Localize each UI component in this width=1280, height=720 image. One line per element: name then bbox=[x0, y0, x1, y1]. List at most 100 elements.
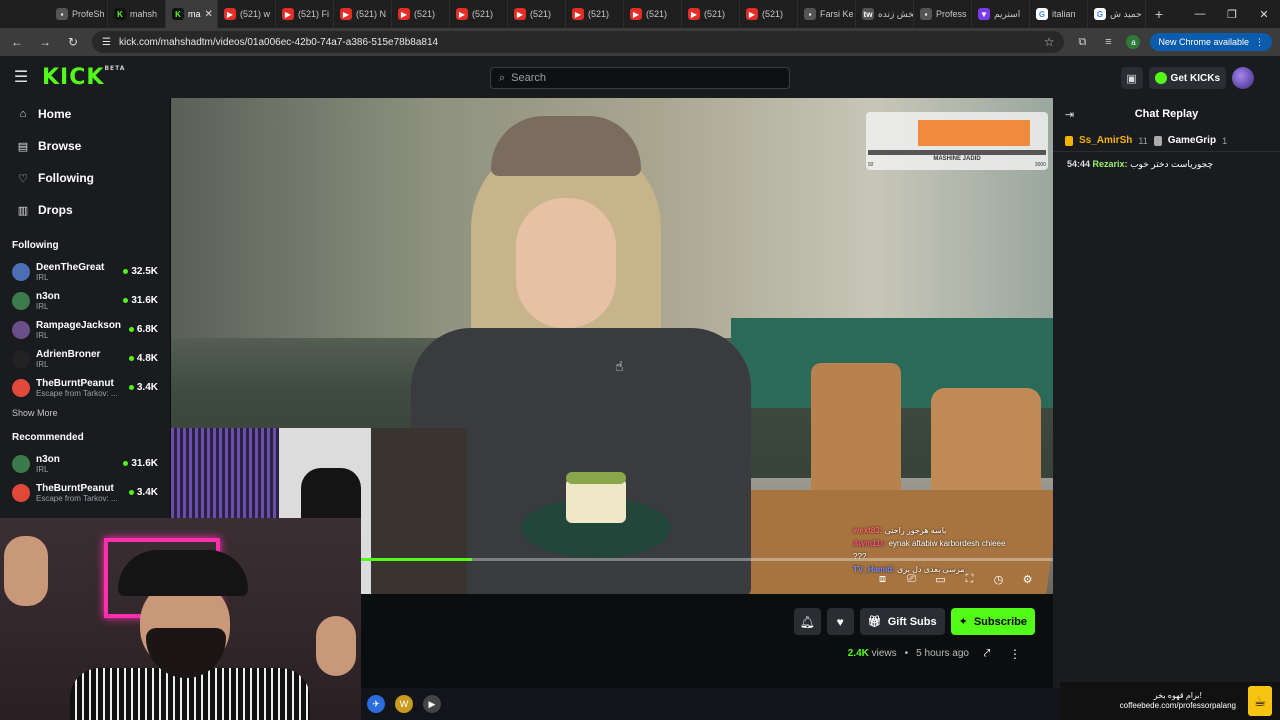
gift-subs-button[interactable]: 🎁︎ Gift Subs bbox=[859, 608, 945, 635]
live-dot-icon bbox=[128, 385, 134, 390]
notification-bell-icon[interactable]: 🔔︎ bbox=[793, 608, 821, 635]
reading-list-icon[interactable]: ≡ bbox=[1100, 36, 1116, 48]
new-tab-button[interactable]: + bbox=[1146, 6, 1172, 22]
channel-name: DeenTheGreat bbox=[36, 261, 105, 273]
youtube-icon: ▶ bbox=[224, 8, 236, 20]
playback-speed-icon[interactable]: ◷ bbox=[991, 572, 1006, 587]
browser-tab[interactable]: ▶ (521) Fi bbox=[276, 0, 334, 28]
sidebar-item-home[interactable]: ⌂ Home bbox=[0, 98, 170, 130]
close-tab-icon[interactable]: ✕ bbox=[205, 9, 213, 20]
follow-heart-icon[interactable]: ♥ bbox=[826, 608, 854, 635]
home-icon: ⌂ bbox=[19, 108, 27, 120]
viewer-count-text: 4.8K bbox=[136, 353, 158, 364]
leaderboard-user[interactable]: Ss_AmirSh bbox=[1079, 135, 1132, 146]
browser-tab[interactable]: ▶ (521) bbox=[450, 0, 508, 28]
youtube-icon: ▶ bbox=[688, 8, 700, 20]
forward-icon[interactable]: → bbox=[36, 35, 54, 49]
channel-row[interactable]: DeenTheGreat IRL 32.5K bbox=[0, 257, 170, 286]
sidebar-item-drops[interactable]: ▥ Drops bbox=[0, 194, 170, 226]
channel-row[interactable]: n3on IRL 31.6K bbox=[0, 286, 170, 315]
window-controls: — ❐ ✕ bbox=[1184, 8, 1280, 21]
tab-title: (521) bbox=[762, 9, 784, 19]
clip-icon[interactable]: ⎚ bbox=[904, 572, 919, 587]
restore-icon[interactable]: ❐ bbox=[1216, 8, 1248, 21]
left-sidebar: ⌂ Home ▤ Browse ♡ Following ▥ Drops Following D… bbox=[0, 98, 170, 518]
video-progress-bar[interactable] bbox=[361, 558, 1053, 561]
kick-logo[interactable]: KICKBETA bbox=[42, 65, 125, 90]
channel-row[interactable]: TheBurntPeanut Escape from Tarkov: ... 3.4… bbox=[0, 478, 170, 507]
channel-avatar bbox=[12, 349, 30, 368]
reload-icon[interactable]: ↻ bbox=[64, 35, 82, 49]
browser-tab[interactable]: Kma ✕ bbox=[166, 0, 218, 28]
sidebar-item-following[interactable]: ♡ Following bbox=[0, 162, 170, 194]
logo-text: KICK bbox=[42, 64, 105, 90]
collapse-chat-icon[interactable]: ⇥ bbox=[1065, 108, 1079, 121]
search-input[interactable]: ⌕ Search bbox=[490, 67, 790, 89]
fullscreen-icon[interactable]: ⛶ bbox=[962, 572, 977, 587]
site-info-icon[interactable]: ☰ bbox=[102, 37, 111, 48]
channel-info: RampageJackson IRL bbox=[36, 320, 123, 340]
get-kicks-button[interactable]: Get KICKs bbox=[1148, 67, 1226, 89]
channel-info: n3on IRL bbox=[36, 291, 117, 311]
kick-header: ☰ KICKBETA ⌕ Search ▣ Get KICKs bbox=[0, 56, 1280, 98]
browser-tab[interactable]: Gitalian bbox=[1030, 0, 1088, 28]
rank-badge-icon bbox=[1153, 135, 1162, 146]
bookmark-star-icon[interactable]: ☆ bbox=[1044, 35, 1055, 49]
media-player-icon[interactable]: ▶ bbox=[423, 695, 441, 713]
close-window-icon[interactable]: ✕ bbox=[1248, 8, 1280, 21]
video-meta: 2.4K views • 5 hours ago ⤤ ⋮ bbox=[848, 646, 1025, 661]
browser-tab[interactable]: ▶ (521) bbox=[740, 0, 798, 28]
browser-tab[interactable]: ▼ استریم bbox=[972, 0, 1030, 28]
minimize-icon[interactable]: — bbox=[1184, 8, 1216, 21]
player-controls: ⧈ ⎚ ▭ ⛶ ◷ ⚙ bbox=[875, 572, 1035, 587]
browser-tab[interactable]: tw پخش زنده bbox=[856, 0, 914, 28]
browser-tab[interactable]: ▶ (521) bbox=[392, 0, 450, 28]
settings-icon[interactable]: ⚙ bbox=[1020, 572, 1035, 587]
following-list: DeenTheGreat IRL 32.5K n3on IRL 31.6K RampageJ… bbox=[0, 257, 170, 402]
show-more-button[interactable]: Show More bbox=[0, 402, 170, 424]
sidebar-item-browse[interactable]: ▤ Browse bbox=[0, 130, 170, 162]
hamburger-menu-icon[interactable]: ☰ bbox=[0, 67, 42, 87]
browser-tab[interactable]: ▶ (521) N bbox=[334, 0, 392, 28]
overlay-label: MASHINE JADID bbox=[933, 156, 981, 162]
browser-tab[interactable]: ▶ (521) bbox=[624, 0, 682, 28]
heart-icon: ♡ bbox=[18, 172, 28, 185]
browser-tab[interactable]: ▪ Farsi Ke bbox=[798, 0, 856, 28]
channel-row[interactable]: RampageJackson IRL 6.8K bbox=[0, 315, 170, 344]
overlay-chat-line: ??? bbox=[853, 550, 1049, 563]
telegram-icon[interactable]: ✈ bbox=[367, 695, 385, 713]
doc-icon: ▪ bbox=[920, 8, 932, 20]
new-chrome-available-button[interactable]: New Chrome available ⋮ bbox=[1150, 33, 1272, 51]
app-w-icon[interactable]: W bbox=[395, 695, 413, 713]
browser-tab[interactable]: Kmahsh bbox=[108, 0, 166, 28]
back-icon[interactable]: ← bbox=[8, 35, 26, 49]
browser-tab[interactable]: ▪ Profess bbox=[914, 0, 972, 28]
browser-tab[interactable]: ▶ (521) bbox=[566, 0, 624, 28]
logo-badge: BETA bbox=[104, 64, 126, 72]
user-avatar[interactable] bbox=[1232, 67, 1254, 89]
share-icon[interactable]: ⤤ bbox=[977, 646, 997, 661]
browser-tab[interactable]: ▶ (521) w bbox=[218, 0, 276, 28]
url-field[interactable]: ☰ kick.com/mahshadtm/videos/01a006ec-42b… bbox=[92, 31, 1065, 53]
youtube-icon: ▶ bbox=[572, 8, 584, 20]
message-username[interactable]: Rezarix: bbox=[1093, 159, 1128, 169]
browser-tab[interactable]: ▶ (521) bbox=[508, 0, 566, 28]
leaderboard-user[interactable]: GameGrip bbox=[1168, 135, 1216, 146]
extensions-icon[interactable]: ⧉ bbox=[1074, 36, 1090, 49]
theater-icon[interactable]: ▭ bbox=[933, 572, 948, 587]
channel-row[interactable]: n3on IRL 31.6K bbox=[0, 449, 170, 478]
tab-title: استریم bbox=[994, 8, 1021, 19]
browser-tab[interactable]: ▶ (521) bbox=[682, 0, 740, 28]
channel-row[interactable]: AdrienBroner IRL 4.8K bbox=[0, 344, 170, 373]
miniplayer-icon[interactable]: ⧈ bbox=[875, 572, 890, 587]
theater-mode-icon[interactable]: ▣ bbox=[1120, 67, 1143, 89]
browser-tab[interactable]: ▪ ProfeSh bbox=[50, 0, 108, 28]
more-options-icon[interactable]: ⋮ bbox=[1005, 647, 1025, 661]
subscribe-label: Subscribe bbox=[973, 615, 1027, 628]
subscribe-button[interactable]: ✦ Subscribe bbox=[950, 608, 1035, 635]
channel-row[interactable]: TheBurntPeanut Escape from Tarkov: ... 3.4… bbox=[0, 373, 170, 402]
profile-avatar[interactable]: a bbox=[1126, 35, 1141, 49]
search-icon: ⌕ bbox=[499, 71, 506, 84]
streamer-facecam bbox=[0, 518, 361, 720]
browser-tab[interactable]: G حمید ش bbox=[1088, 0, 1146, 28]
